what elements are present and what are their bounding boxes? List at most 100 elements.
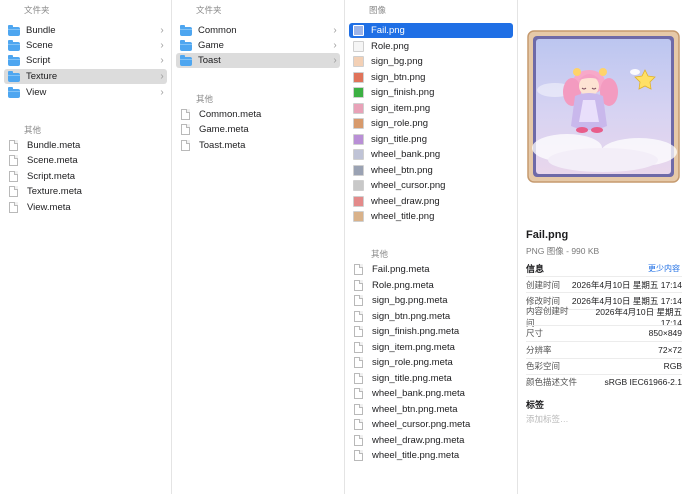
file-label: sign_finish.png [371, 87, 435, 98]
sign-title-thumb-icon [353, 133, 364, 145]
document-icon [354, 434, 363, 446]
folder-label: Common [198, 25, 237, 36]
folder-script[interactable]: Script › [4, 53, 167, 68]
file-label: Script.meta [27, 171, 76, 182]
image-file-item[interactable]: sign_finish.png [349, 85, 513, 100]
document-icon [354, 388, 363, 399]
file-item[interactable]: Role.png.meta [349, 278, 513, 293]
file-item[interactable]: sign_bg.png.meta [349, 293, 513, 308]
folder-toast[interactable]: Toast › [176, 53, 340, 68]
file-item[interactable]: sign_btn.png.meta [349, 309, 513, 324]
chevron-right-icon: › [160, 87, 164, 98]
file-item[interactable]: Scene.meta [4, 153, 167, 168]
folder-icon [8, 39, 20, 51]
chevron-right-icon: › [333, 55, 337, 66]
image-file-item[interactable]: sign_btn.png [349, 70, 513, 85]
folder-texture[interactable]: Texture › [4, 69, 167, 84]
file-label: wheel_cursor.png.meta [372, 419, 471, 430]
file-label: Bundle.meta [27, 140, 81, 151]
file-label: wheel_draw.png.meta [372, 434, 465, 446]
file-item[interactable]: sign_title.png.meta [349, 371, 513, 386]
file-label: wheel_btn.png.meta [372, 403, 458, 415]
file-item[interactable]: wheel_btn.png.meta [349, 402, 513, 417]
checkmark-icon [353, 87, 364, 98]
folder-icon [180, 24, 192, 36]
file-item[interactable]: sign_finish.png.meta [349, 324, 513, 339]
file-item[interactable]: wheel_title.png.meta [349, 448, 513, 463]
image-file-item[interactable]: wheel_cursor.png [349, 178, 513, 193]
tags-input[interactable]: 添加标签… [526, 413, 569, 425]
file-label: sign_title.png [371, 133, 427, 145]
file-item[interactable]: Texture.meta [4, 184, 167, 199]
chevron-right-icon: › [160, 55, 164, 66]
file-item[interactable]: wheel_bank.png.meta [349, 386, 513, 401]
file-label: Texture.meta [27, 186, 82, 197]
folder-game[interactable]: Game › [176, 38, 340, 53]
info-row: 色彩空间 RGB [526, 357, 682, 374]
file-item[interactable]: Game.meta [176, 122, 340, 137]
file-item[interactable]: sign_role.png.meta [349, 355, 513, 370]
image-file-item[interactable]: Role.png [349, 39, 513, 54]
folder-common[interactable]: Common › [176, 23, 340, 38]
image-file-item[interactable]: wheel_btn.png [349, 163, 513, 178]
chevron-right-icon: › [333, 40, 337, 51]
image-file-item[interactable]: Fail.png [349, 23, 513, 38]
document-icon [354, 357, 363, 368]
role-thumb-icon [353, 40, 364, 52]
folder-view[interactable]: View › [4, 85, 167, 100]
file-item[interactable]: wheel_cursor.png.meta [349, 417, 513, 432]
file-item[interactable]: Common.meta [176, 107, 340, 122]
file-item[interactable]: Script.meta [4, 169, 167, 184]
image-file-item[interactable]: wheel_draw.png [349, 194, 513, 209]
info-row: 尺寸 850×849 [526, 324, 682, 341]
document-icon [354, 450, 363, 461]
image-file-item[interactable]: sign_item.png [349, 101, 513, 116]
preview-filename: Fail.png [526, 229, 569, 241]
chevron-right-icon: › [333, 25, 337, 36]
file-label: wheel_draw.png [371, 195, 440, 207]
image-file-item[interactable]: sign_bg.png [349, 54, 513, 69]
show-less-link[interactable]: 更少内容 [648, 263, 680, 274]
folder-label: Script [26, 55, 51, 66]
info-value: RGB [663, 361, 682, 371]
column-2: 文件夹 Common › Game › Toast › 其他 Common.meta … [172, 0, 345, 494]
file-label: wheel_title.png [371, 211, 435, 222]
folder-label: Game [198, 40, 224, 51]
sign-item-thumb-icon [353, 102, 364, 114]
document-icon [9, 155, 18, 166]
image-file-item[interactable]: wheel_bank.png [349, 147, 513, 162]
folders-header: 文件夹 [196, 5, 222, 15]
chevron-right-icon: › [160, 71, 164, 82]
sign-btn-thumb-icon [353, 71, 364, 83]
document-icon [181, 124, 190, 135]
file-item[interactable]: wheel_draw.png.meta [349, 433, 513, 448]
folder-label: View [26, 87, 47, 98]
image-file-item[interactable]: wheel_title.png [349, 209, 513, 224]
file-item[interactable]: Fail.png.meta [349, 262, 513, 277]
info-value: 2026年4月10日 星期五 17:14 [571, 295, 682, 306]
folder-label: Scene [26, 40, 53, 51]
file-label: Fail.png.meta [372, 264, 430, 275]
folder-scene[interactable]: Scene › [4, 38, 167, 53]
file-label: Role.png.meta [372, 279, 434, 291]
file-label: sign_role.png.meta [372, 357, 453, 368]
info-key: 尺寸 [526, 328, 544, 339]
file-label: Fail.png [371, 25, 405, 36]
info-row: 颜色描述文件 sRGB IEC61966-2.1 [526, 373, 682, 390]
folder-bundle[interactable]: Bundle › [4, 23, 167, 38]
file-item[interactable]: sign_item.png.meta [349, 340, 513, 355]
file-item[interactable]: Toast.meta [176, 138, 340, 153]
info-value: 72×72 [658, 344, 682, 355]
file-label: View.meta [27, 202, 71, 213]
file-label: sign_item.png.meta [372, 341, 455, 353]
chevron-right-icon: › [160, 25, 164, 36]
info-title: 信息 [526, 264, 545, 274]
file-item[interactable]: Bundle.meta [4, 138, 167, 153]
file-label: wheel_cursor.png [371, 180, 446, 191]
file-item[interactable]: View.meta [4, 200, 167, 215]
folder-label: Toast [198, 55, 221, 66]
file-label: sign_title.png.meta [372, 372, 452, 384]
image-file-item[interactable]: sign_role.png [349, 116, 513, 131]
folder-label: Texture [26, 71, 58, 82]
image-file-item[interactable]: sign_title.png [349, 132, 513, 147]
